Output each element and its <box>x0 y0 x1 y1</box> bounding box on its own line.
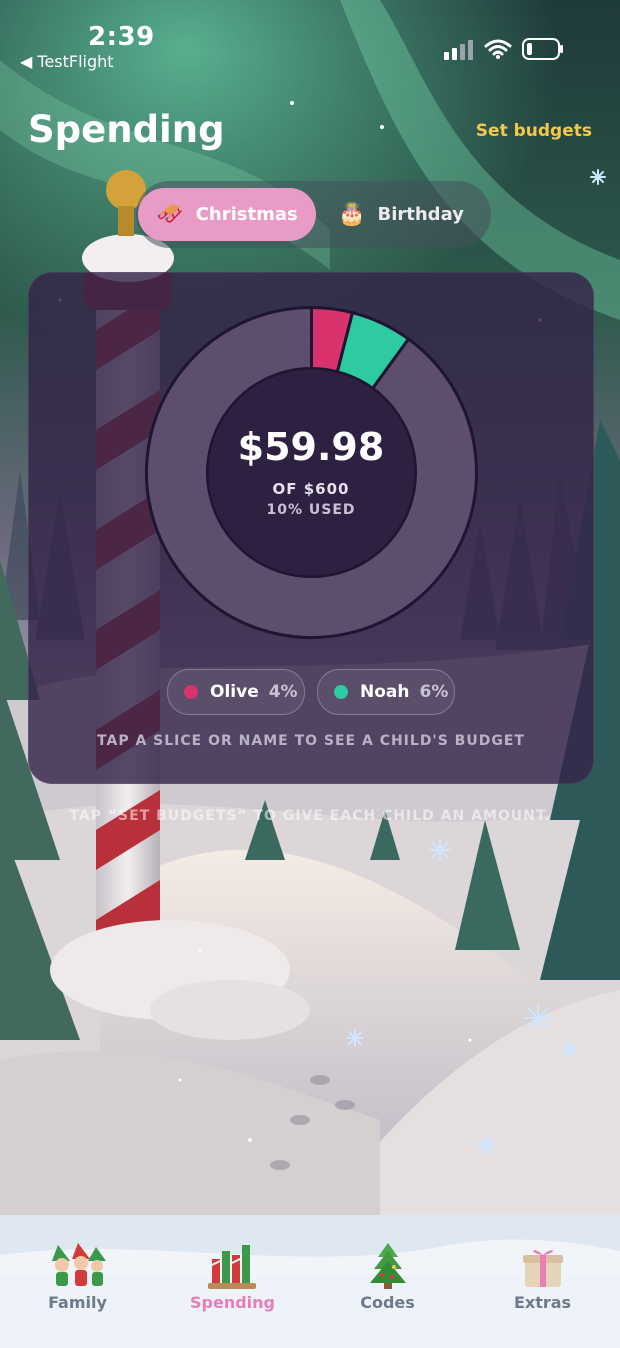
tab-codes-label: Codes <box>360 1293 415 1312</box>
child-pill-noah[interactable]: Noah 6% <box>317 669 455 715</box>
page-title: Spending <box>28 108 225 151</box>
cellular-signal-icon <box>444 40 473 60</box>
noah-color-dot <box>334 685 348 699</box>
tab-codes[interactable]: Codes <box>310 1239 465 1312</box>
set-budgets-button[interactable]: Set budgets <box>476 121 592 141</box>
christmas-tree-icon <box>369 1243 406 1289</box>
child-percent: 4% <box>268 682 298 702</box>
child-name: Noah <box>360 682 410 702</box>
child-percent: 6% <box>419 682 449 702</box>
tab-spending[interactable]: Spending <box>155 1239 310 1312</box>
status-time: 2:39 <box>88 22 155 52</box>
budget-donut-chart[interactable] <box>145 306 478 639</box>
wifi-icon <box>484 39 512 59</box>
elves-icon <box>51 1243 106 1286</box>
tab-family-label: Family <box>48 1293 107 1312</box>
occasion-segmented-control: 🛷 Christmas 🎂 Birthday <box>136 181 491 248</box>
olive-color-dot <box>184 685 198 699</box>
children-legend: Olive 4% Noah 6% <box>29 669 593 715</box>
cake-icon: 🎂 <box>338 202 366 227</box>
child-name: Olive <box>210 682 259 702</box>
battery-icon <box>522 38 563 60</box>
back-to-testflight-link[interactable]: ◀ TestFlight <box>20 52 114 71</box>
sleigh-icon: 🛷 <box>156 202 184 227</box>
tab-extras-label: Extras <box>513 1293 572 1312</box>
tab-extras[interactable]: Extras <box>465 1239 620 1312</box>
budget-total-label: OF $600 <box>272 480 350 498</box>
bottom-tab-bar: Family Spending Codes Extras <box>0 1215 620 1348</box>
tab-spending-label: Spending <box>190 1293 275 1312</box>
set-budgets-hint-text: TAP “SET BUDGETS” TO GIVE EACH CHILD AN … <box>69 808 551 824</box>
tab-birthday-label: Birthday <box>377 204 464 225</box>
spent-amount: $59.98 <box>237 425 385 469</box>
candy-gifts-icon <box>207 1245 256 1289</box>
status-bar: 2:39 ◀ TestFlight <box>0 0 620 80</box>
tab-family[interactable]: Family <box>0 1239 155 1312</box>
gift-box-icon <box>522 1250 563 1287</box>
tab-birthday[interactable]: 🎂 Birthday <box>316 188 486 241</box>
spending-card: $59.98 OF $600 10% USED Olive 4% Noah 6%… <box>28 272 594 784</box>
donut-center <box>208 369 415 576</box>
card-hint-text: TAP A SLICE OR NAME TO SEE A CHILD'S BUD… <box>97 733 525 749</box>
tab-christmas[interactable]: 🛷 Christmas <box>138 188 316 241</box>
budget-used-label: 10% USED <box>266 502 356 518</box>
child-pill-olive[interactable]: Olive 4% <box>167 669 305 715</box>
tab-christmas-label: Christmas <box>195 204 298 225</box>
